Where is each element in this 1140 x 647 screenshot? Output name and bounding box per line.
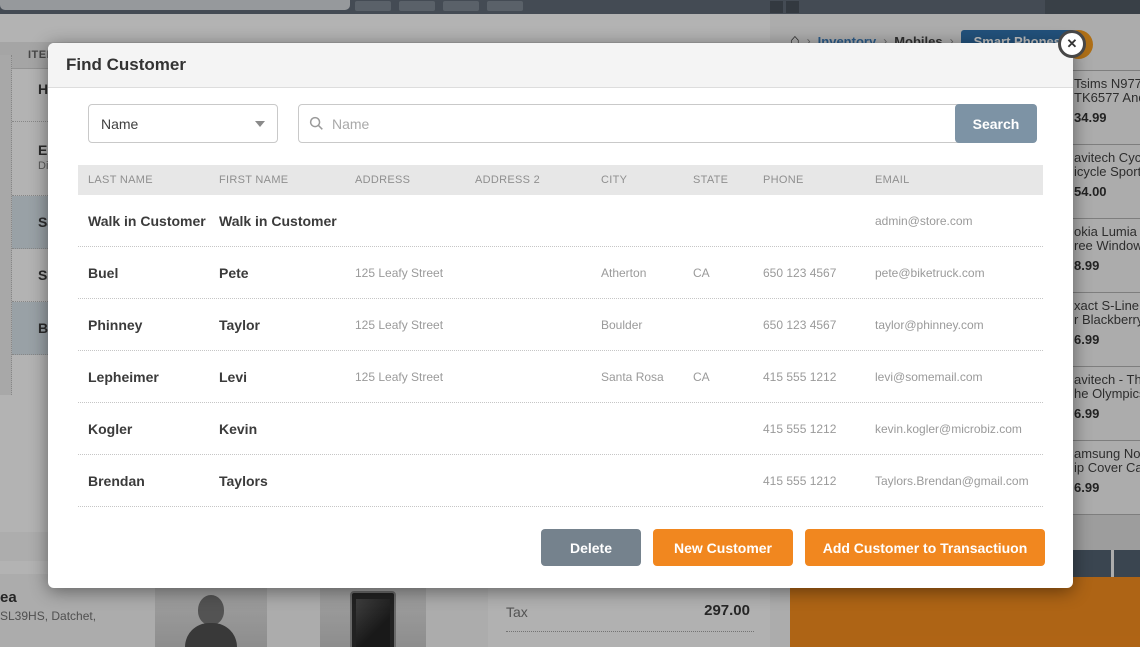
customer-row[interactable]: Kogler Kevin 415 555 1212 kevin.kogler@m… — [78, 403, 1043, 455]
cell-last-name: Brendan — [88, 472, 145, 489]
customer-row[interactable]: Buel Pete 125 Leafy Street Atherton CA 6… — [78, 247, 1043, 299]
col-address: ADDRESS — [355, 174, 411, 186]
cell-last-name: Phinney — [88, 316, 143, 333]
customer-table: LAST NAME FIRST NAME ADDRESS ADDRESS 2 C… — [78, 165, 1043, 507]
find-customer-modal: Find Customer ✕ Name Search LAST NAME FI… — [48, 30, 1086, 588]
cell-email: admin@store.com — [875, 213, 973, 228]
customer-row[interactable]: Lepheimer Levi 125 Leafy Street Santa Ro… — [78, 351, 1043, 403]
cell-state: CA — [693, 265, 710, 280]
customer-table-header: LAST NAME FIRST NAME ADDRESS ADDRESS 2 C… — [78, 165, 1043, 195]
col-phone: PHONE — [763, 174, 804, 186]
new-customer-button[interactable]: New Customer — [653, 529, 793, 566]
cell-address: 125 Leafy Street — [355, 369, 444, 384]
cell-address: 125 Leafy Street — [355, 317, 444, 332]
cell-email: levi@somemail.com — [875, 369, 983, 384]
cell-email: kevin.kogler@microbiz.com — [875, 421, 1022, 436]
search-box — [298, 104, 985, 143]
cell-first-name: Taylors — [219, 472, 268, 489]
col-address2: ADDRESS 2 — [475, 174, 541, 186]
pos-app: ITEM NAME QTY PRICE TOTAL HT El Dis Sa S… — [0, 0, 1140, 647]
modal-header: Find Customer — [48, 43, 1073, 88]
cell-phone: 415 555 1212 — [763, 421, 837, 436]
col-first-name: FIRST NAME — [219, 174, 289, 186]
cell-first-name: Kevin — [219, 420, 258, 437]
search-icon — [309, 116, 323, 130]
cell-email: taylor@phinney.com — [875, 317, 984, 332]
cell-first-name: Taylor — [219, 316, 260, 333]
cell-phone: 650 123 4567 — [763, 265, 837, 280]
search-field-value: Name — [101, 115, 139, 132]
customer-row[interactable]: Phinney Taylor 125 Leafy Street Boulder … — [78, 299, 1043, 351]
search-field-select[interactable]: Name — [88, 104, 278, 143]
cell-first-name: Levi — [219, 368, 248, 385]
close-icon[interactable]: ✕ — [1058, 30, 1086, 58]
cell-city: Boulder — [601, 317, 643, 332]
search-input[interactable] — [332, 115, 974, 132]
cell-first-name: Walk in Customer — [219, 212, 337, 229]
cell-city: Santa Rosa — [601, 369, 664, 384]
search-button[interactable]: Search — [955, 104, 1037, 143]
cell-last-name: Lepheimer — [88, 368, 159, 385]
cell-state: CA — [693, 369, 710, 384]
col-email: EMAIL — [875, 174, 910, 186]
cell-email: Taylors.Brendan@gmail.com — [875, 473, 1029, 488]
cell-phone: 650 123 4567 — [763, 317, 837, 332]
cell-first-name: Pete — [219, 264, 249, 281]
chevron-down-icon — [255, 120, 265, 127]
add-customer-to-transaction-button[interactable]: Add Customer to Transactiuon — [805, 529, 1045, 566]
col-city: CITY — [601, 174, 628, 186]
customer-row[interactable]: Walk in Customer Walk in Customer admin@… — [78, 195, 1043, 247]
delete-button[interactable]: Delete — [541, 529, 641, 566]
customer-row[interactable]: Brendan Taylors 415 555 1212 Taylors.Bre… — [78, 455, 1043, 507]
cell-last-name: Walk in Customer — [88, 212, 206, 229]
col-state: STATE — [693, 174, 729, 186]
cell-phone: 415 555 1212 — [763, 369, 837, 384]
cell-last-name: Buel — [88, 264, 119, 281]
col-last-name: LAST NAME — [88, 174, 153, 186]
cell-email: pete@biketruck.com — [875, 265, 985, 280]
modal-title: Find Customer — [66, 55, 186, 74]
cell-last-name: Kogler — [88, 420, 133, 437]
cell-phone: 415 555 1212 — [763, 473, 837, 488]
modal-footer: Delete New Customer Add Customer to Tran… — [48, 529, 1073, 566]
cell-city: Atherton — [601, 265, 647, 280]
cell-address: 125 Leafy Street — [355, 265, 444, 280]
